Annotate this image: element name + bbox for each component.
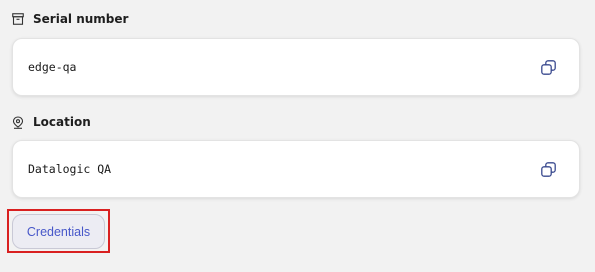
serial-number-label-row: Serial number — [12, 11, 128, 27]
location-label: Location — [33, 115, 91, 129]
serial-number-label: Serial number — [33, 12, 129, 26]
location-value: Datalogic QA — [28, 162, 112, 176]
copy-location-button[interactable] — [539, 160, 557, 178]
location-field: Datalogic QA — [12, 140, 580, 198]
location-pin-icon — [12, 115, 24, 129]
copy-icon — [540, 59, 556, 75]
device-details-panel: Serial number edge-qa Location Datalogic… — [0, 0, 595, 272]
archive-box-icon — [12, 13, 24, 25]
credentials-button[interactable]: Credentials — [12, 214, 105, 249]
serial-number-field: edge-qa — [12, 38, 580, 96]
copy-icon — [540, 161, 556, 177]
copy-serial-number-button[interactable] — [539, 58, 557, 76]
location-label-row: Location — [12, 114, 91, 130]
serial-number-value: edge-qa — [28, 60, 77, 74]
